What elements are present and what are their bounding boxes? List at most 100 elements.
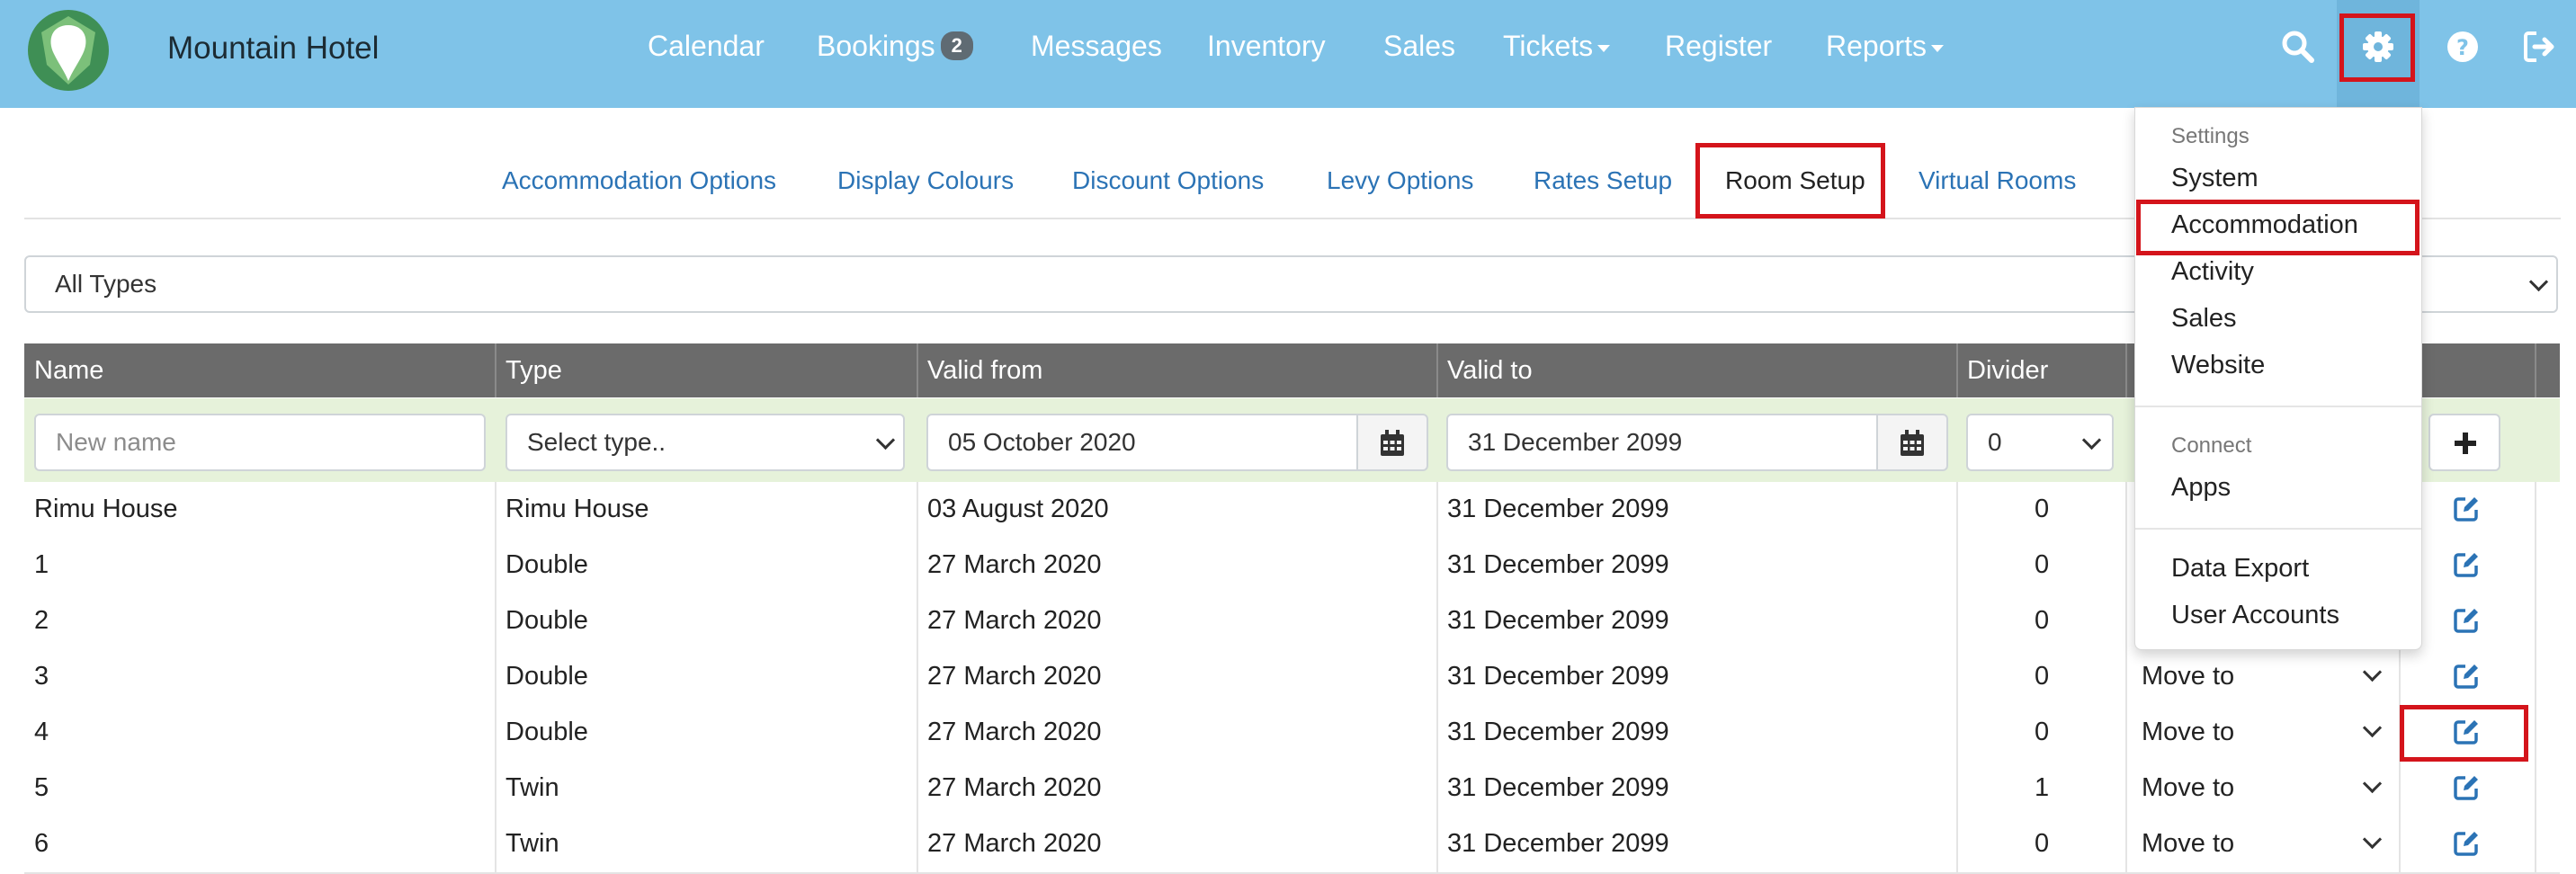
- valid-to-calendar-button[interactable]: [1876, 414, 1948, 471]
- column-line: [1956, 482, 1958, 874]
- tab-virtual-rooms[interactable]: Virtual Rooms: [1919, 166, 2076, 195]
- nav-inventory[interactable]: Inventory: [1207, 30, 1326, 63]
- new-type-select[interactable]: Select type..: [505, 414, 905, 471]
- tab-discount-options[interactable]: Discount Options: [1072, 166, 1264, 195]
- chevron-down-icon: [875, 430, 896, 450]
- edit-icon[interactable]: [2453, 495, 2480, 522]
- cell-valid-to: 31 December 2099: [1447, 606, 1669, 635]
- cell-name: 3: [34, 662, 49, 691]
- chevron-down-icon: [2362, 662, 2383, 682]
- menu-item-apps[interactable]: Apps: [2171, 473, 2231, 503]
- tab-levy-options[interactable]: Levy Options: [1327, 166, 1473, 195]
- menu-item-website[interactable]: Website: [2171, 351, 2265, 380]
- column-line: [917, 482, 918, 874]
- cell-name: 5: [34, 773, 49, 802]
- move-to-select[interactable]: Move to: [2142, 662, 2234, 691]
- cell-valid-from: 27 March 2020: [927, 550, 1102, 579]
- valid-from-calendar-button[interactable]: [1356, 414, 1428, 471]
- plus-icon: [2455, 433, 2476, 454]
- menu-item-data-export[interactable]: Data Export: [2171, 554, 2309, 584]
- cell-valid-to: 31 December 2099: [1447, 662, 1669, 691]
- column-divider: Divider: [1967, 356, 2049, 385]
- move-to-select[interactable]: Move to: [2142, 718, 2234, 747]
- menu-header-connect: Connect: [2171, 433, 2252, 458]
- cell-name: Rimu House: [34, 495, 178, 523]
- cell-type: Double: [505, 662, 588, 691]
- edit-icon[interactable]: [2453, 663, 2480, 690]
- cell-name: 2: [34, 606, 49, 635]
- menu-item-user-accounts[interactable]: User Accounts: [2171, 601, 2339, 630]
- column-separator: [495, 343, 496, 397]
- cell-type: Double: [505, 606, 588, 635]
- cell-divider: 0: [2035, 662, 2050, 691]
- settings-dropdown-menu: Settings System Accommodation Activity S…: [2134, 107, 2422, 650]
- nav-reports[interactable]: Reports: [1826, 30, 1945, 63]
- column-separator: [2125, 343, 2127, 397]
- tab-display-colours[interactable]: Display Colours: [837, 166, 1014, 195]
- logout-icon[interactable]: [2522, 29, 2558, 65]
- nav-tickets[interactable]: Tickets: [1503, 30, 1611, 63]
- new-valid-to-input[interactable]: 31 December 2099: [1446, 414, 1878, 471]
- cell-valid-from: 27 March 2020: [927, 773, 1102, 802]
- column-valid-from: Valid from: [927, 356, 1043, 385]
- cell-type: Twin: [505, 829, 559, 858]
- new-valid-from-input[interactable]: 05 October 2020: [926, 414, 1358, 471]
- menu-item-accommodation[interactable]: Accommodation: [2171, 210, 2358, 240]
- edit-icon[interactable]: [2453, 774, 2480, 801]
- gear-icon[interactable]: [2360, 29, 2396, 65]
- move-to-select[interactable]: Move to: [2142, 829, 2234, 859]
- bookings-count-badge: 2: [940, 31, 973, 60]
- table-row: 5 Twin 27 March 2020 31 December 2099 1 …: [24, 761, 2560, 818]
- help-icon[interactable]: ?: [2445, 29, 2481, 65]
- menu-divider: [2135, 406, 2421, 407]
- chevron-down-icon: [2362, 718, 2383, 738]
- edit-icon[interactable]: [2453, 551, 2480, 578]
- tab-room-setup[interactable]: Room Setup: [1725, 166, 1865, 195]
- cell-valid-to: 31 December 2099: [1447, 829, 1669, 858]
- menu-divider: [2135, 528, 2421, 530]
- cell-divider: 0: [2035, 550, 2050, 579]
- edit-icon[interactable]: [2453, 830, 2480, 857]
- cell-type: Rimu House: [505, 495, 649, 523]
- nav-register[interactable]: Register: [1665, 30, 1772, 63]
- column-line: [2125, 482, 2127, 874]
- cell-valid-from: 03 August 2020: [927, 495, 1109, 523]
- table-row: 4 Double 27 March 2020 31 December 2099 …: [24, 705, 2560, 763]
- filter-selected-value: All Types: [55, 270, 157, 298]
- column-line: [1436, 482, 1438, 874]
- cell-valid-from: 27 March 2020: [927, 718, 1102, 746]
- cell-type: Double: [505, 550, 588, 579]
- search-icon[interactable]: [2280, 29, 2316, 65]
- menu-item-sales[interactable]: Sales: [2171, 304, 2237, 334]
- move-to-select[interactable]: Move to: [2142, 773, 2234, 803]
- cell-valid-to: 31 December 2099: [1447, 718, 1669, 746]
- nav-sales[interactable]: Sales: [1383, 30, 1455, 63]
- hotel-logo[interactable]: [27, 9, 110, 92]
- cell-divider: 1: [2035, 773, 2050, 802]
- chevron-down-icon: [2362, 829, 2383, 850]
- new-divider-select[interactable]: 0: [1966, 414, 2114, 471]
- table-row: 6 Twin 27 March 2020 31 December 2099 0 …: [24, 816, 2560, 874]
- column-separator: [1956, 343, 1958, 397]
- nav-bookings[interactable]: Bookings 2: [817, 30, 973, 63]
- menu-header-settings: Settings: [2171, 124, 2250, 148]
- brand-name[interactable]: Mountain Hotel: [167, 31, 379, 67]
- chevron-down-icon: [2081, 430, 2102, 450]
- edit-icon[interactable]: [2453, 607, 2480, 634]
- nav-calendar[interactable]: Calendar: [648, 30, 765, 63]
- caret-down-icon: [1931, 44, 1945, 52]
- cell-valid-to: 31 December 2099: [1447, 773, 1669, 802]
- chevron-down-icon: [2528, 272, 2549, 292]
- tab-rates-setup[interactable]: Rates Setup: [1534, 166, 1672, 195]
- nav-messages[interactable]: Messages: [1031, 30, 1162, 63]
- calendar-icon: [1381, 430, 1404, 456]
- cell-type: Twin: [505, 773, 559, 802]
- menu-item-system[interactable]: System: [2171, 164, 2258, 193]
- cell-valid-from: 27 March 2020: [927, 829, 1102, 858]
- new-name-input[interactable]: New name: [34, 414, 486, 471]
- edit-icon[interactable]: [2453, 718, 2480, 745]
- menu-item-activity[interactable]: Activity: [2171, 257, 2254, 287]
- cell-valid-to: 31 December 2099: [1447, 495, 1669, 523]
- tab-accommodation-options[interactable]: Accommodation Options: [502, 166, 776, 195]
- add-room-button[interactable]: [2428, 414, 2500, 471]
